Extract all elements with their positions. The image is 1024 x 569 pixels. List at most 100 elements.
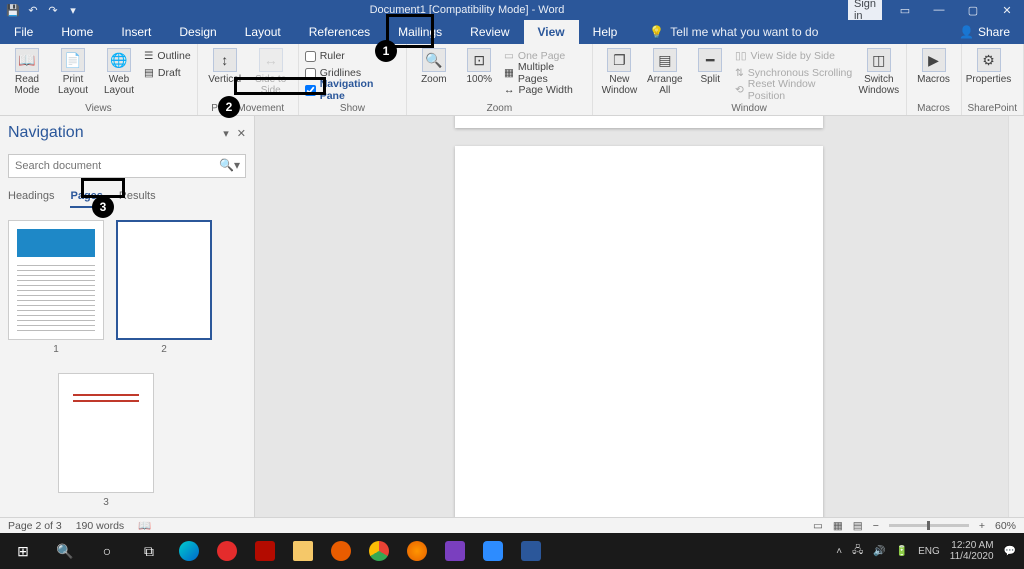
page-thumbnail-3[interactable]: 3 [58,373,154,508]
close-icon[interactable]: ✕ [990,0,1024,20]
status-page[interactable]: Page 2 of 3 [8,520,62,532]
qat-more-icon[interactable]: ▾ [66,3,80,17]
nav-tab-results[interactable]: Results [119,190,156,208]
zoom-button[interactable]: 🔍Zoom [413,46,454,85]
search-button[interactable]: 🔍 [44,533,86,569]
taskbar-app-firefox[interactable] [398,533,436,569]
group-window-label: Window [599,103,900,115]
taskbar-app-vlc[interactable] [322,533,360,569]
task-view-button[interactable]: ⧉ [128,533,170,569]
arrange-all-button[interactable]: ▤Arrange All [644,46,685,96]
macros-button[interactable]: ▶Macros [913,46,955,85]
redo-icon[interactable]: ↷ [46,3,60,17]
print-layout-button[interactable]: 📄Print Layout [52,46,94,96]
zoom-level[interactable]: 60% [995,520,1016,532]
tell-me-label: Tell me what you want to do [670,25,818,39]
tab-design[interactable]: Design [165,20,230,44]
switch-windows-button[interactable]: ◫Switch Windows [858,46,899,96]
zoom-in-icon[interactable]: + [979,520,985,532]
outline-icon: ☰ [144,50,153,62]
zoom-label: Zoom [421,74,447,85]
undo-icon[interactable]: ↶ [26,3,40,17]
taskbar-app-snip[interactable] [436,533,474,569]
read-mode-button[interactable]: 📖Read Mode [6,46,48,96]
tab-references[interactable]: References [295,20,384,44]
document-area[interactable]: Activate Windows Go to Settings to activ… [255,116,1024,553]
nav-tab-pages[interactable]: Pages [70,190,102,208]
tab-help[interactable]: Help [579,20,632,44]
taskbar-app-explorer[interactable] [284,533,322,569]
web-layout-button[interactable]: 🌐Web Layout [98,46,140,96]
view-print-layout-icon[interactable]: ▦ [833,520,843,532]
start-button[interactable]: ⊞ [2,533,44,569]
nav-close-icon[interactable]: ✕ [237,127,246,140]
page-width-label: Page Width [519,84,573,96]
tell-me[interactable]: 💡 Tell me what you want to do [649,25,818,39]
save-icon[interactable]: 💾 [6,3,20,17]
new-window-icon: ❐ [607,48,631,72]
tab-mailings[interactable]: Mailings [384,20,456,44]
vertical-button[interactable]: ↕Vertical [204,46,246,85]
group-window: ❐New Window ▤Arrange All ━Split ▯▯View S… [593,44,907,115]
page-current[interactable] [455,146,823,553]
view-side-by-side-label: View Side by Side [751,50,835,62]
outline-button[interactable]: ☰Outline [144,48,191,64]
view-read-mode-icon[interactable]: ▭ [813,520,823,532]
ruler-checkbox[interactable]: Ruler [305,48,400,64]
cortana-button[interactable]: ○ [86,533,128,569]
group-views-label: Views [6,103,191,115]
vertical-scrollbar[interactable] [1008,116,1024,553]
ribbon: 📖Read Mode 📄Print Layout 🌐Web Layout ☰Ou… [0,44,1024,116]
tray-network-icon[interactable]: 🖧 [852,543,863,560]
tab-review[interactable]: Review [456,20,523,44]
draft-button[interactable]: ▤Draft [144,65,191,81]
taskbar-app-adobe[interactable] [246,533,284,569]
zoom-100-label: 100% [467,74,493,85]
status-spelling-icon[interactable]: 📖 [138,519,151,532]
tray-date: 11/4/2020 [950,551,994,562]
page-thumbnail-1[interactable]: 1 [8,220,104,355]
multiple-pages-icon: ▦ [504,67,514,79]
view-web-layout-icon[interactable]: ▤ [853,520,863,532]
taskbar-app-zoom[interactable] [474,533,512,569]
minimize-icon[interactable]: — [922,0,956,20]
zoom-out-icon[interactable]: − [873,520,879,532]
taskbar-app-word[interactable] [512,533,550,569]
tray-language-icon[interactable]: ENG [918,546,940,557]
sign-in-button[interactable]: Sign in [848,0,882,20]
side-to-side-icon: ↔ [259,48,283,72]
split-button[interactable]: ━Split [690,46,731,85]
page-width-button[interactable]: ↔Page Width [504,82,586,98]
share-button[interactable]: 👤 Share [945,25,1024,39]
properties-button[interactable]: ⚙Properties [968,46,1010,85]
tab-home[interactable]: Home [47,20,107,44]
tab-file[interactable]: File [0,20,47,44]
new-window-button[interactable]: ❐New Window [599,46,640,96]
maximize-icon[interactable]: ▢ [956,0,990,20]
nav-tab-headings[interactable]: Headings [8,190,54,208]
tab-layout[interactable]: Layout [231,20,295,44]
tray-show-hidden-icon[interactable]: ˄ [836,546,842,557]
search-input[interactable] [8,154,246,178]
taskbar-app-edge[interactable] [170,533,208,569]
navigation-pane-checkbox[interactable]: Navigation Pane [305,82,400,98]
tray-volume-icon[interactable]: 🔊 [873,546,885,557]
multiple-pages-button[interactable]: ▦Multiple Pages [504,65,586,81]
ribbon-options-icon[interactable]: ▭ [888,0,922,20]
taskbar-app-chrome[interactable] [360,533,398,569]
tray-notifications-icon[interactable]: 💬 [1004,546,1016,557]
zoom-100-button[interactable]: ⊡100% [459,46,500,85]
tray-battery-icon[interactable]: 🔋 [896,546,908,557]
search-icon[interactable]: 🔍▾ [219,158,240,172]
page-thumbnail-2[interactable]: 2 [116,220,212,355]
tray-clock[interactable]: 12:20 AM 11/4/2020 [950,540,994,562]
nav-options-icon[interactable]: ▾ [223,127,229,140]
taskbar-app-opera[interactable] [208,533,246,569]
tab-view[interactable]: View [524,20,579,44]
zoom-slider[interactable] [889,524,969,527]
page-previous [455,116,823,128]
tab-insert[interactable]: Insert [107,20,165,44]
reset-window-icon: ⟲ [735,84,744,96]
macros-icon: ▶ [922,48,946,72]
status-words[interactable]: 190 words [76,520,124,532]
